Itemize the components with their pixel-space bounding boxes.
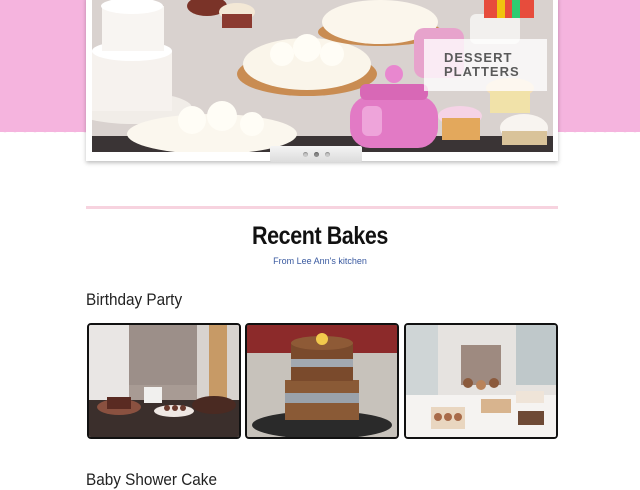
dessert-buffet-photo: [406, 325, 556, 437]
pager-dot-3[interactable]: [324, 151, 330, 157]
chocolate-cake-photo: [247, 325, 397, 437]
album-title-birthday[interactable]: Birthday Party: [86, 290, 182, 310]
pager-dot-2[interactable]: [313, 151, 319, 157]
section-subtitle: From Lee Ann's kitchen: [273, 256, 367, 266]
caption-line-1: DESSERT: [444, 50, 513, 65]
birthday-table-photo: [89, 325, 239, 437]
slide-caption[interactable]: DESSERT PLATTERS: [424, 39, 547, 91]
section-divider: [86, 206, 558, 209]
album-title-baby-shower[interactable]: Baby Shower Cake: [86, 470, 217, 490]
slider-pager: [270, 146, 362, 162]
album-photo-3[interactable]: [404, 323, 558, 439]
caption-line-2: PLATTERS: [444, 64, 520, 79]
pager-dot-1[interactable]: [302, 151, 308, 157]
hero-slider[interactable]: DESSERT PLATTERS: [86, 0, 558, 162]
section-title: Recent Bakes: [252, 222, 388, 250]
album-photo-1[interactable]: [87, 323, 241, 439]
album-photo-2[interactable]: [245, 323, 399, 439]
hero-slide-image[interactable]: DESSERT PLATTERS: [92, 0, 553, 152]
